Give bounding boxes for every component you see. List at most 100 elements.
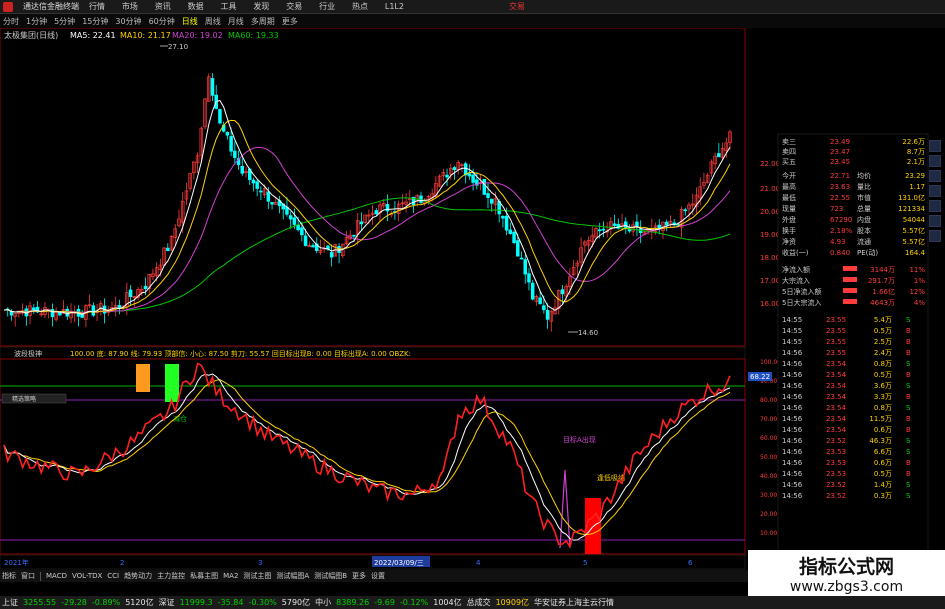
period-multi[interactable]: 多周期	[251, 16, 275, 27]
watermark-url: www.zbgs3.com	[789, 578, 904, 595]
list-icon[interactable]	[929, 185, 941, 197]
cursor-date: 2022/03/09/三	[374, 559, 424, 567]
price-tick: 19.00	[760, 231, 780, 239]
period-intraday[interactable]: 分时	[3, 16, 19, 27]
tick-time: 14:56	[782, 459, 803, 467]
flow-value: 291.7万	[868, 277, 895, 285]
tab-vol-tdx[interactable]: VOL-TDX	[72, 572, 102, 580]
candle-body	[512, 231, 516, 244]
chart-icon[interactable]	[929, 170, 941, 182]
candle-body	[210, 78, 215, 96]
zx-index-label[interactable]: 中小	[315, 597, 331, 608]
tab-macd[interactable]: MACD	[46, 572, 67, 580]
tab-cci[interactable]: CCI	[107, 572, 119, 580]
tab-ma2[interactable]: MA2	[223, 572, 238, 580]
period-5min[interactable]: 5分钟	[54, 16, 75, 27]
tab-settings[interactable]: 设置	[371, 571, 385, 581]
time-axis-month: 3	[258, 559, 262, 567]
candle-body	[482, 178, 487, 195]
trade-link[interactable]: 交易	[509, 1, 525, 12]
candle-body	[471, 174, 475, 183]
sz-index-label[interactable]: 深证	[159, 597, 175, 608]
flow-label: 5日净流入额	[782, 287, 821, 296]
tick-volume: 11.5万	[869, 415, 892, 423]
tab-indicator[interactable]: 指标	[2, 571, 16, 581]
flow-pct: 11%	[909, 266, 925, 274]
status-bar: 上证 3255.55 -29.28 -0.89% 5120亿 深证 11999.…	[0, 596, 945, 609]
period-weekly[interactable]: 周线	[205, 16, 221, 27]
tick-time: 14:55	[782, 316, 802, 324]
period-monthly[interactable]: 月线	[228, 16, 244, 27]
tick-side: B	[906, 349, 911, 357]
candle-body	[359, 221, 364, 225]
sh-index-label[interactable]: 上证	[2, 597, 18, 608]
candle-body	[288, 215, 293, 220]
period-1min[interactable]: 1分钟	[26, 16, 47, 27]
menu-item-trade[interactable]: 交易	[286, 2, 302, 11]
candle-body	[259, 190, 263, 193]
flow-bar	[843, 288, 857, 293]
stat-value: 0.840	[830, 249, 850, 257]
osc-tick: 10.00	[760, 530, 777, 537]
tick-price: 23.55	[826, 327, 846, 335]
tick-time: 14:56	[782, 371, 803, 379]
order-book-label: 卖四	[782, 148, 796, 156]
tab-private-main[interactable]: 私募主图	[190, 571, 218, 581]
tab-more[interactable]: 更多	[352, 571, 366, 581]
flow-label: 净流入额	[782, 265, 810, 274]
candle-body	[229, 136, 233, 152]
osc-tick: 40.00	[760, 473, 777, 480]
tick-price: 23.53	[826, 459, 846, 467]
tick-time: 14:55	[782, 327, 802, 335]
menu-item-l1l2[interactable]: L1L2	[385, 2, 404, 11]
indicator-name[interactable]: 波段极神	[14, 349, 42, 358]
candle-body	[486, 193, 490, 198]
period-bar: 分时 1分钟 5分钟 15分钟 30分钟 60分钟 日线 周线 月线 多周期 更…	[0, 14, 945, 28]
chart-area[interactable]: 太极集团(日线) MA5: 22.41 MA10: 21.17 MA20: 19…	[0, 28, 945, 570]
tab-window[interactable]: 窗口	[21, 571, 35, 581]
period-60min[interactable]: 60分钟	[149, 16, 175, 27]
arrow-down-icon[interactable]	[929, 230, 941, 242]
menu-item-market[interactable]: 市场	[122, 2, 138, 11]
tick-time: 14:56	[782, 393, 803, 401]
menu-item-quotes[interactable]: 行情	[89, 2, 105, 11]
stat-value: 23.29	[905, 172, 925, 180]
flow-bar	[843, 266, 857, 271]
tab-test-sub-a[interactable]: 测试幅图A	[276, 571, 309, 581]
zx-index-change: -9.69	[374, 598, 395, 607]
total-turnover-value: 10909亿	[495, 598, 530, 607]
zoom-out-icon[interactable]	[929, 155, 941, 167]
sh-index-value: 3255.55	[23, 598, 57, 607]
tab-test-main[interactable]: 测试主图	[243, 571, 271, 581]
candle-body	[463, 163, 468, 176]
zoom-in-icon[interactable]	[929, 140, 941, 152]
indicator-tab-bar: 指标 窗口 MACD VOL-TDX CCI 趋势动力 主力监控 私募主图 MA…	[0, 570, 748, 582]
period-30min[interactable]: 30分钟	[115, 16, 141, 27]
tick-volume: 0.5万	[874, 371, 892, 379]
menu-item-discover[interactable]: 发现	[253, 2, 269, 11]
tab-test-sub-b[interactable]: 测试幅图B	[314, 571, 347, 581]
arrow-up-icon[interactable]	[929, 215, 941, 227]
menu-item-data[interactable]: 数据	[188, 2, 204, 11]
time-axis-month: 5	[583, 559, 587, 567]
menu-item-tools[interactable]: 工具	[221, 2, 237, 11]
menu-item-news[interactable]: 资讯	[155, 2, 171, 11]
menu-item-industry[interactable]: 行业	[319, 2, 335, 11]
rsi-icon[interactable]	[929, 200, 941, 212]
stat-value: 1.17	[909, 183, 925, 191]
candle-body	[612, 223, 617, 226]
zx-index-value: 8389.26	[336, 598, 370, 607]
period-more[interactable]: 更多	[282, 16, 298, 27]
stat-label: 今开	[782, 171, 796, 180]
osc-tick: 80.00	[760, 397, 777, 404]
sz-index-pct: -0.30%	[248, 598, 277, 607]
period-15min[interactable]: 15分钟	[82, 16, 108, 27]
period-daily[interactable]: 日线	[182, 16, 198, 27]
menu-item-hot[interactable]: 热点	[352, 2, 368, 11]
stat-value: 121334	[898, 205, 925, 213]
tick-price: 23.53	[826, 470, 846, 478]
signal-bottom-block	[136, 364, 150, 392]
tab-trend-power[interactable]: 趋势动力	[124, 571, 152, 581]
tick-volume: 2.5万	[874, 338, 892, 346]
tab-main-monitor[interactable]: 主力监控	[157, 571, 185, 581]
